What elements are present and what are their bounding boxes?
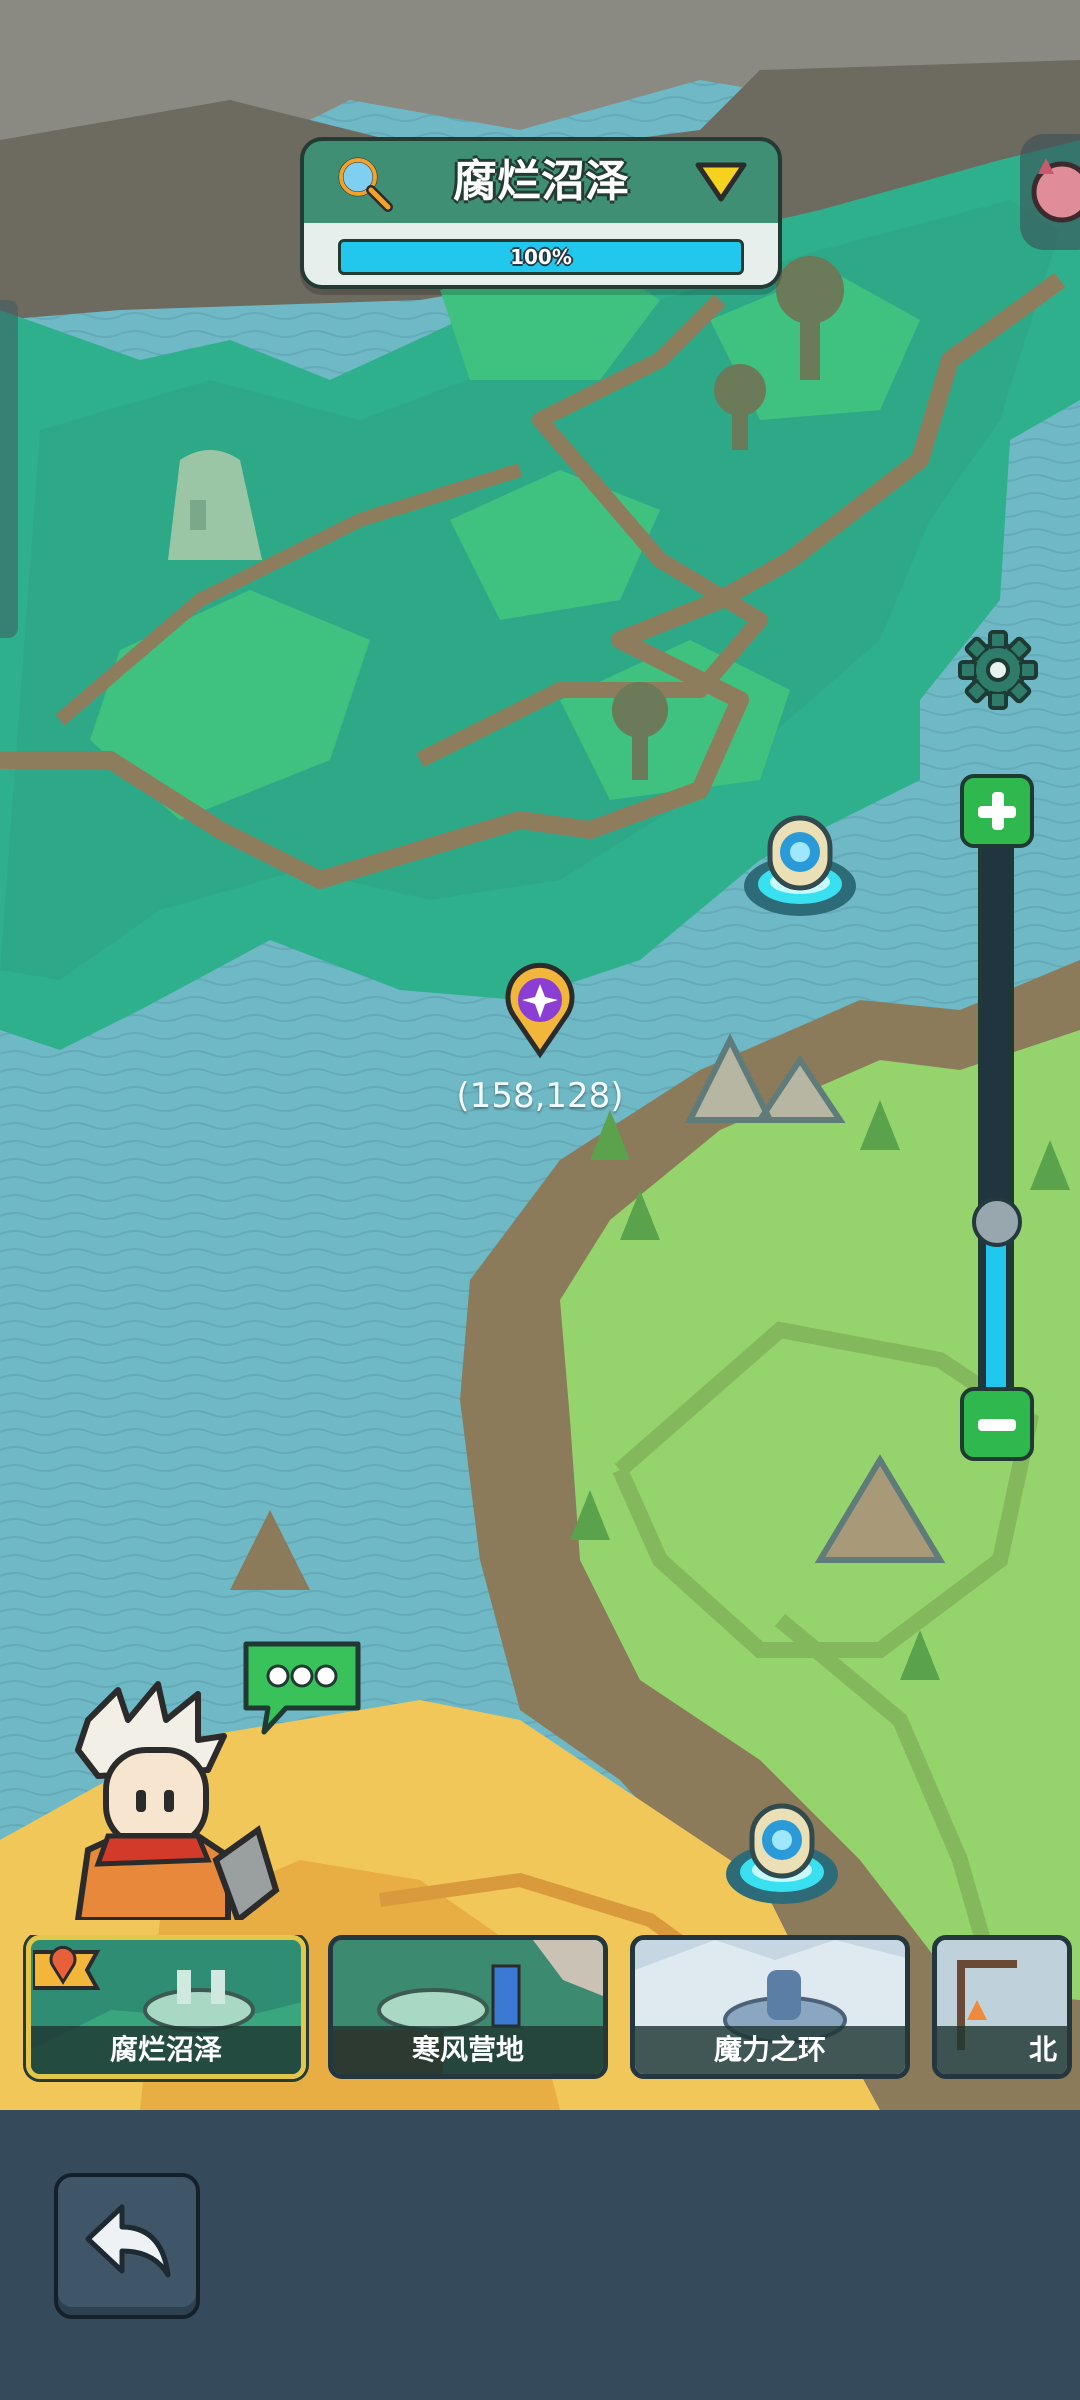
zoom-slider-handle[interactable]: [972, 1197, 1022, 1248]
region-card[interactable]: 魔力之环: [630, 1935, 910, 2079]
exploration-progress: 100%: [304, 223, 778, 285]
back-button[interactable]: [54, 2173, 200, 2319]
region-card[interactable]: 腐烂沼泽: [26, 1935, 306, 2079]
zoom-slider[interactable]: [978, 844, 1014, 1392]
search-icon[interactable]: [332, 151, 396, 215]
region-title: 腐烂沼泽: [453, 156, 629, 207]
region-card-label: 腐烂沼泽: [31, 2026, 301, 2074]
gear-icon[interactable]: [956, 628, 1040, 712]
portal-waypoint[interactable]: [740, 806, 860, 926]
chevron-down-icon[interactable]: [694, 159, 748, 203]
zoom-out-button[interactable]: [960, 1387, 1034, 1461]
location-marker-icon[interactable]: [500, 962, 580, 1059]
region-card[interactable]: 北: [932, 1935, 1072, 2079]
progress-track: 100%: [338, 239, 744, 275]
portal-waypoint[interactable]: [722, 1794, 842, 1914]
region-card-label: 北: [937, 2026, 1067, 2074]
monster-avatar-icon[interactable]: [1020, 134, 1080, 250]
side-drawer-handle[interactable]: [0, 300, 18, 638]
game-screen: (158,128) 腐烂沼泽 100% 腐烂沼泽 寒风营地 魔力之环 北: [0, 0, 1080, 2400]
progress-percentage: 100%: [510, 245, 572, 269]
region-selector[interactable]: 腐烂沼泽 100%: [300, 137, 782, 289]
back-arrow-icon: [85, 2204, 171, 2278]
region-card-list[interactable]: 腐烂沼泽 寒风营地 魔力之环 北: [0, 1935, 1080, 2095]
region-card-label: 寒风营地: [333, 2026, 603, 2074]
map-coordinates: (158,128): [456, 1076, 624, 1116]
region-card-label: 魔力之环: [635, 2026, 905, 2074]
zoom-in-button[interactable]: [960, 774, 1034, 848]
region-card[interactable]: 寒风营地: [328, 1935, 608, 2079]
location-flag-icon: [31, 1945, 101, 1994]
player-character[interactable]: [48, 1680, 288, 1925]
